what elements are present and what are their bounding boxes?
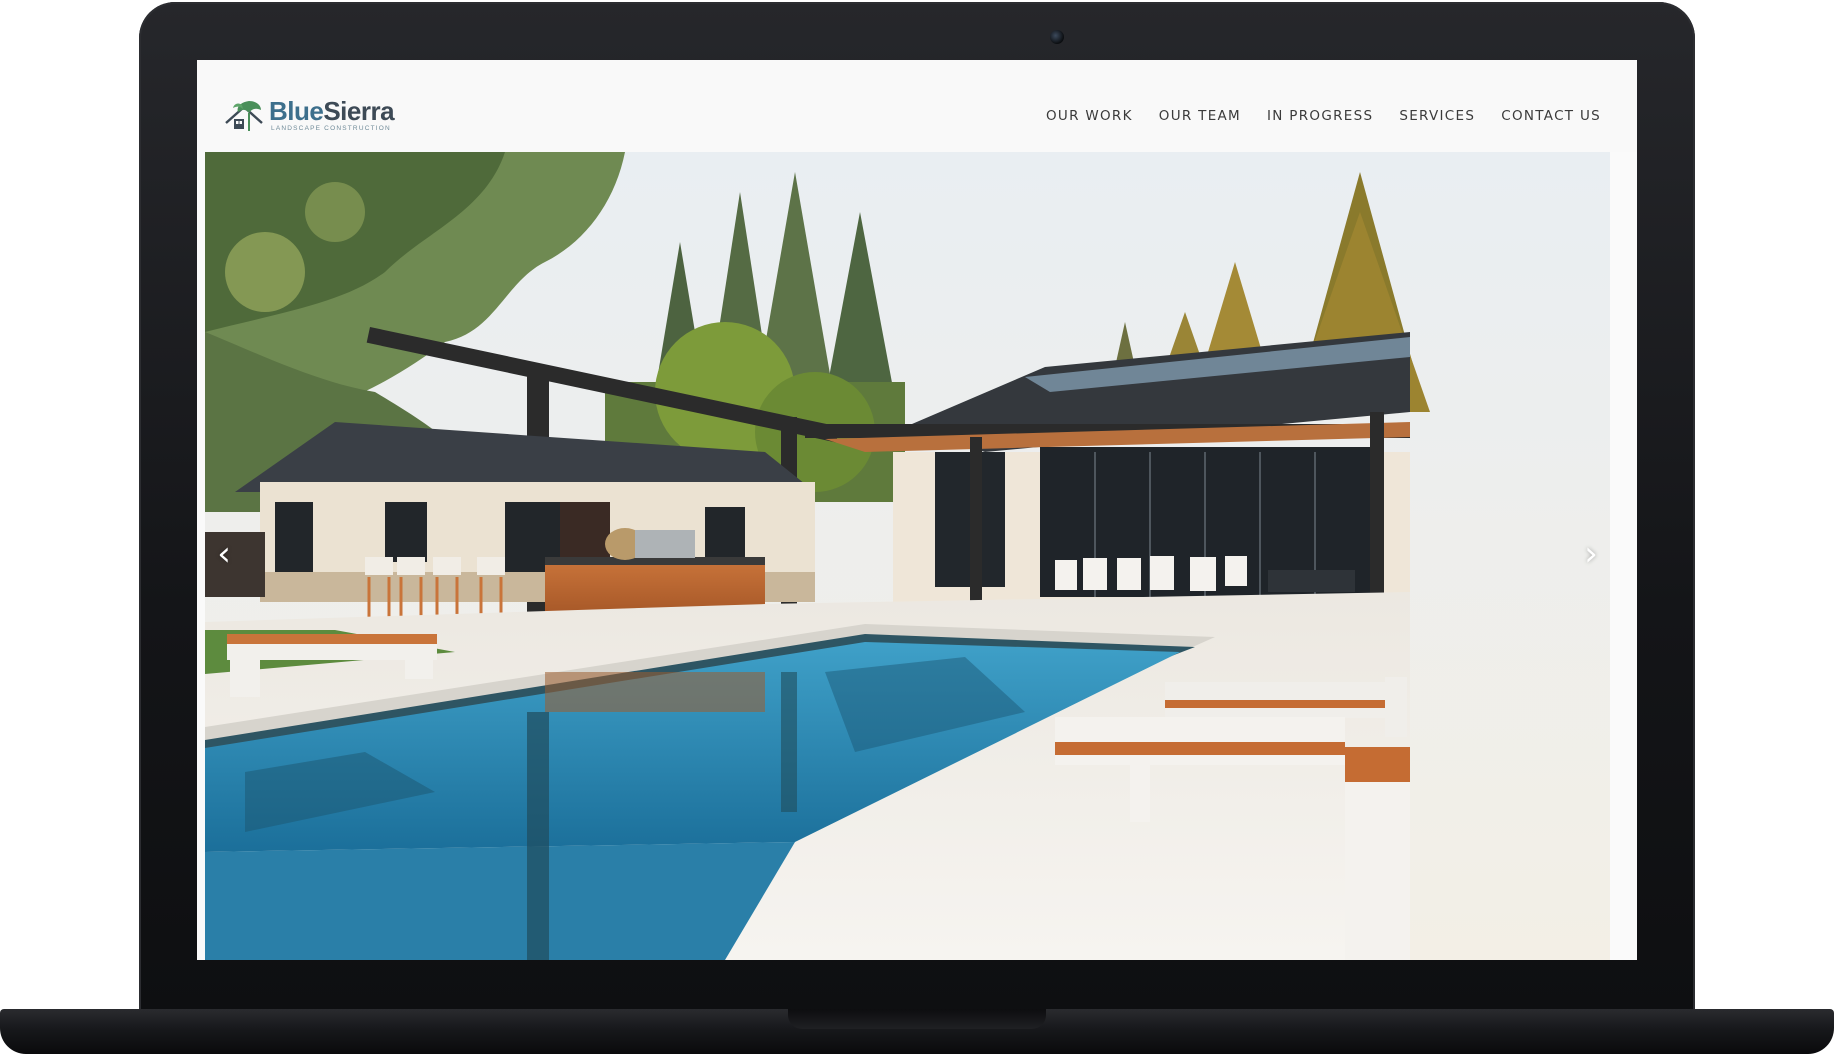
nav-in-progress[interactable]: IN PROGRESS <box>1267 108 1373 124</box>
slider-prev-chevron-left-icon[interactable]: ‹ <box>209 534 239 574</box>
laptop-notch <box>788 1009 1046 1029</box>
webcam-icon <box>1050 30 1064 44</box>
nav-our-work[interactable]: OUR WORK <box>1046 108 1133 124</box>
hero-image-pool-patio <box>205 152 1610 960</box>
site-header: BlueSierra LANDSCAPE CONSTRUCTION OUR WO… <box>197 60 1637 152</box>
hero-slider: ‹ › <box>205 152 1610 960</box>
logo-wordmark: BlueSierra <box>269 96 395 126</box>
logo-text-blue: Blue <box>269 96 324 126</box>
main-nav: OUR WORK OUR TEAM IN PROGRESS SERVICES C… <box>1046 108 1601 124</box>
nav-services[interactable]: SERVICES <box>1399 108 1475 124</box>
logo-tagline: LANDSCAPE CONSTRUCTION <box>271 125 391 132</box>
site-logo[interactable]: BlueSierra LANDSCAPE CONSTRUCTION <box>224 93 424 135</box>
laptop-screen: BlueSierra LANDSCAPE CONSTRUCTION OUR WO… <box>197 60 1637 960</box>
nav-contact-us[interactable]: CONTACT US <box>1501 108 1601 124</box>
house-tree-logo-icon <box>225 101 263 131</box>
slider-next-chevron-right-icon[interactable]: › <box>1576 534 1606 574</box>
nav-our-team[interactable]: OUR TEAM <box>1159 108 1241 124</box>
logo-text-sierra: Sierra <box>323 96 395 126</box>
